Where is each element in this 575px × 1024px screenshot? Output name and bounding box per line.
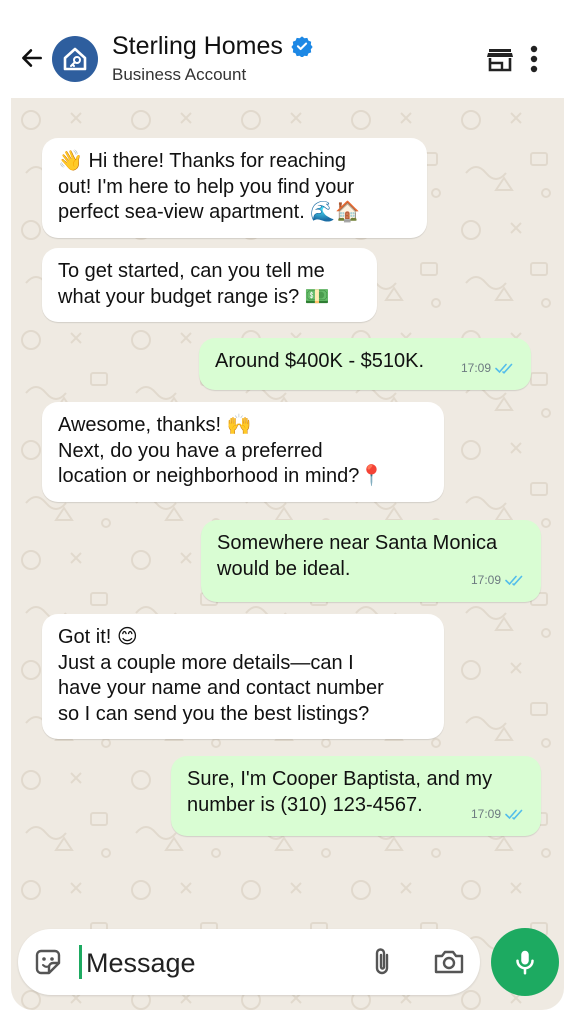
contact-info[interactable]: Sterling Homes Business Account [112, 30, 313, 85]
message-text-line: Next, do you have a preferred [58, 439, 323, 462]
home-key-logo-icon [63, 47, 87, 71]
message-meta: 17:09 [471, 802, 527, 828]
message-time: 17:09 [460, 360, 491, 375]
more-vert-icon [530, 45, 538, 73]
message-text-line: perfect sea-view apartment. 🌊🏠 [58, 201, 361, 223]
contact-name: Sterling Homes [112, 32, 283, 60]
message-text-line: Just a couple more details—can I [58, 651, 354, 674]
verified-badge-icon [291, 36, 313, 57]
incoming-message[interactable]: To get started, can you tell me what you… [42, 248, 377, 322]
message-text-line: have your name and contact number [58, 677, 384, 699]
camera-icon [434, 950, 464, 974]
chat-header: Sterling Homes Business Account [0, 0, 575, 98]
sticker-button[interactable] [32, 946, 64, 978]
text-cursor [79, 945, 82, 979]
message-composer [18, 929, 480, 995]
message-text-line: what your budget range is? 💵 [58, 285, 330, 308]
outgoing-message[interactable]: Sure, I'm Cooper Baptista, and my number… [171, 756, 541, 836]
microphone-icon [516, 950, 534, 975]
store-icon [487, 49, 513, 72]
double-check-icon [505, 575, 523, 587]
outgoing-message[interactable]: Somewhere near Santa Monica would be ide… [201, 520, 541, 602]
voice-message-button[interactable] [491, 928, 559, 996]
message-input[interactable] [84, 942, 358, 984]
sticker-icon [35, 949, 61, 975]
paperclip-icon [375, 948, 389, 975]
message-text-line: 👋 Hi there! Thanks for reaching [58, 150, 346, 172]
incoming-message[interactable]: 👋 Hi there! Thanks for reaching out! I'm… [42, 138, 427, 238]
business-avatar[interactable] [52, 36, 98, 82]
camera-button[interactable] [432, 946, 466, 978]
back-button[interactable] [16, 42, 48, 74]
message-text-line: Sure, I'm Cooper Baptista, and my [187, 768, 493, 790]
message-text-line: location or neighborhood in mind?📍 [58, 465, 385, 487]
double-check-icon [505, 809, 523, 821]
incoming-message[interactable]: Awesome, thanks! 🙌 Next, do you have a p… [42, 402, 444, 502]
message-text-line: out! I'm here to help you find your [58, 175, 355, 198]
message-text-line: so I can send you the best listings? [58, 702, 370, 725]
catalog-button[interactable] [484, 44, 516, 74]
message-meta: 17:09 [461, 356, 517, 382]
message-text-line: Awesome, thanks! 🙌 [58, 414, 252, 436]
more-options-button[interactable] [522, 42, 546, 76]
message-meta: 17:09 [471, 568, 527, 594]
arrow-left-icon [22, 49, 42, 67]
message-text-line: To get started, can you tell me [58, 260, 325, 282]
message-text-line: Got it! 😊 [58, 626, 138, 648]
attach-button[interactable] [368, 946, 398, 978]
account-type: Business Account [112, 65, 247, 84]
outgoing-message[interactable]: Around $400K - $510K. 17:09 [199, 338, 531, 390]
incoming-message[interactable]: Got it! 😊 Just a couple more details—can… [42, 614, 444, 739]
message-time: 17:09 [470, 806, 501, 821]
double-check-icon [495, 363, 513, 375]
message-text-line: Somewhere near Santa Monica [217, 532, 498, 554]
message-time: 17:09 [470, 572, 501, 587]
chat-area[interactable]: 👋 Hi there! Thanks for reaching out! I'm… [11, 98, 564, 1010]
